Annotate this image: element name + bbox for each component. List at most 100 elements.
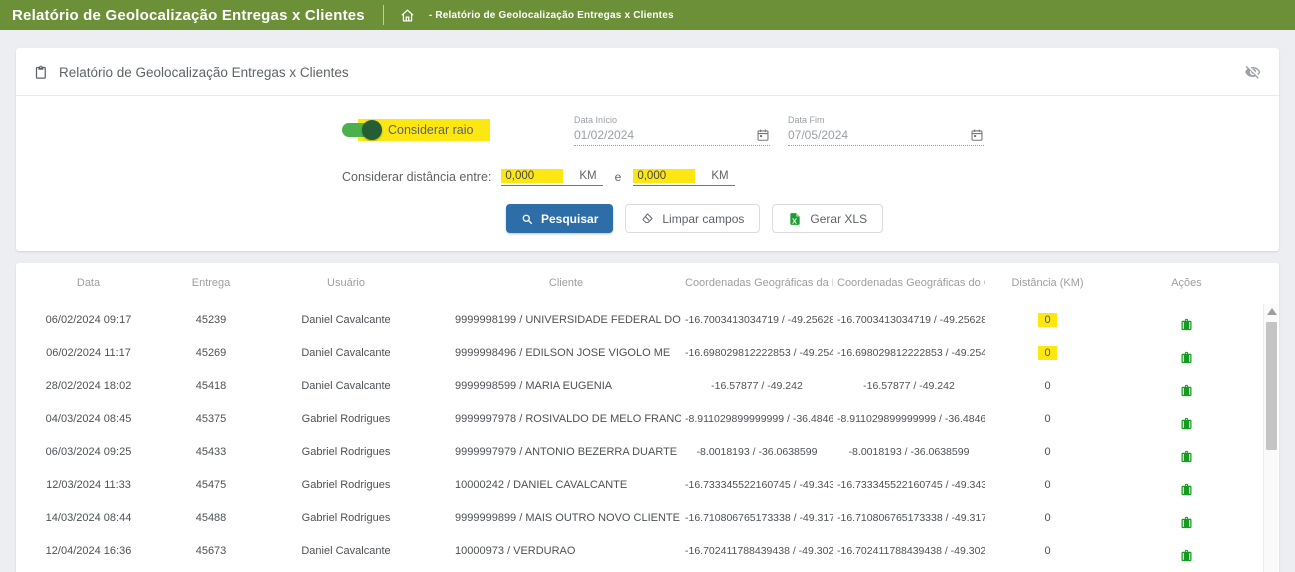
topbar: Relatório de Geolocalização Entregas x C… xyxy=(0,0,1295,30)
search-button[interactable]: Pesquisar xyxy=(506,204,613,233)
scroll-up-arrow-icon[interactable] xyxy=(1267,308,1277,315)
cell-usuario: Gabriel Rodrigues xyxy=(261,567,431,572)
cell-coord-cliente: -20.333899 / -40.378343 xyxy=(833,567,985,572)
generate-xls-button[interactable]: Gerar XLS xyxy=(772,204,883,233)
cell-cliente: 10000973 / VERDURAO xyxy=(431,534,681,567)
cell-distancia: 0 xyxy=(985,303,1110,336)
col-header-distancia: Distância (KM) xyxy=(985,263,1110,303)
eraser-icon xyxy=(641,212,654,225)
date-start-label: Data Início xyxy=(574,115,770,125)
cell-coord-cliente: -16.57877 / -49.242 xyxy=(833,369,985,402)
briefcase-action-button[interactable] xyxy=(1179,317,1194,332)
cell-coord-entrega: -8.911029899999999 / -36.48462 xyxy=(681,402,833,435)
topbar-divider xyxy=(383,5,384,25)
cell-acoes xyxy=(1110,402,1263,435)
cell-cliente: 10000242 / DANIEL CAVALCANTE xyxy=(431,468,681,501)
table-row: 14/03/2024 08:44 45488 Gabriel Rodrigues… xyxy=(16,501,1263,534)
distance-max-input[interactable] xyxy=(633,169,695,183)
calendar-icon[interactable] xyxy=(970,128,984,142)
cell-usuario: Gabriel Rodrigues xyxy=(261,468,431,501)
table-row: 15/04/2024 10:06 45517 Gabriel Rodrigues… xyxy=(16,567,1263,572)
date-end-field[interactable]: Data Fim 07/05/2024 xyxy=(788,115,984,146)
table-row: 06/02/2024 11:17 45269 Daniel Cavalcante… xyxy=(16,336,1263,369)
briefcase-action-button[interactable] xyxy=(1179,515,1194,530)
cell-coord-cliente: -16.702411788439438 / -49.302181 xyxy=(833,534,985,567)
col-header-acoes: Ações xyxy=(1110,263,1263,303)
cell-coord-cliente: -16.733345522160745 / -49.34347 xyxy=(833,468,985,501)
briefcase-icon xyxy=(1179,350,1194,365)
cell-data: 28/02/2024 18:02 xyxy=(16,369,161,402)
cell-distancia: 0 xyxy=(985,501,1110,534)
cell-cliente: 9999999899 / MAIS OUTRO NOVO CLIENTE xyxy=(431,501,681,534)
calendar-icon[interactable] xyxy=(756,128,770,142)
cell-data: 12/04/2024 16:36 xyxy=(16,534,161,567)
results-table: Data Entrega Usuário Cliente Coordenadas… xyxy=(16,263,1263,572)
briefcase-icon xyxy=(1179,383,1194,398)
clear-fields-button[interactable]: Limpar campos xyxy=(625,204,760,233)
date-end-value: 07/05/2024 xyxy=(788,128,970,142)
date-start-field[interactable]: Data Início 01/02/2024 xyxy=(574,115,770,146)
considerar-raio-group: Considerar raio xyxy=(342,118,490,142)
table-scrollbar[interactable] xyxy=(1263,304,1278,572)
col-header-usuario: Usuário xyxy=(261,263,431,303)
cell-acoes xyxy=(1110,336,1263,369)
visibility-off-icon[interactable] xyxy=(1243,62,1263,82)
cell-acoes xyxy=(1110,501,1263,534)
cell-coord-cliente: -8.911029899999999 / -36.484621 xyxy=(833,402,985,435)
breadcrumb: - Relatório de Geolocalização Entregas x… xyxy=(429,10,674,21)
briefcase-action-button[interactable] xyxy=(1179,548,1194,563)
cell-distancia: 0 xyxy=(985,336,1110,369)
scrollbar-thumb[interactable] xyxy=(1266,322,1277,450)
table-row: 12/03/2024 11:33 45475 Gabriel Rodrigues… xyxy=(16,468,1263,501)
cell-data: 14/03/2024 08:44 xyxy=(16,501,161,534)
col-header-cliente: Cliente xyxy=(431,263,681,303)
cell-data: 12/03/2024 11:33 xyxy=(16,468,161,501)
cell-entrega: 45475 xyxy=(161,468,261,501)
filter-card: Relatório de Geolocalização Entregas x C… xyxy=(16,48,1279,251)
briefcase-icon xyxy=(1179,449,1194,464)
cell-coord-entrega: -16.698029812222853 / -49.2549 xyxy=(681,336,833,369)
cell-coord-entrega: -16.710806765173338 / -49.31778 xyxy=(681,501,833,534)
col-header-entrega: Entrega xyxy=(161,263,261,303)
cell-distancia: 0 xyxy=(985,369,1110,402)
home-icon[interactable] xyxy=(400,8,415,23)
table-row: 04/03/2024 08:45 45375 Gabriel Rodrigues… xyxy=(16,402,1263,435)
briefcase-icon xyxy=(1179,548,1194,563)
cell-entrega: 45375 xyxy=(161,402,261,435)
cell-entrega: 45517 xyxy=(161,567,261,572)
distance-min-input[interactable] xyxy=(501,169,563,183)
cell-distancia: 0 xyxy=(985,468,1110,501)
cell-entrega: 45269 xyxy=(161,336,261,369)
cell-distancia: 0 xyxy=(985,402,1110,435)
briefcase-action-button[interactable] xyxy=(1179,383,1194,398)
cell-data: 15/04/2024 10:06 xyxy=(16,567,161,572)
col-header-coord-entrega: Coordenadas Geográficas da Entreg xyxy=(681,263,833,303)
cell-cliente: 9999998496 / EDILSON JOSE VIGOLO ME xyxy=(431,336,681,369)
briefcase-icon xyxy=(1179,515,1194,530)
cell-usuario: Gabriel Rodrigues xyxy=(261,501,431,534)
cell-coord-cliente: -8.0018193 / -36.0638599 xyxy=(833,435,985,468)
cell-entrega: 45418 xyxy=(161,369,261,402)
cell-data: 04/03/2024 08:45 xyxy=(16,402,161,435)
cell-coord-cliente: -16.7003413034719 / -49.2562877 xyxy=(833,303,985,336)
briefcase-action-button[interactable] xyxy=(1179,449,1194,464)
cell-entrega: 45673 xyxy=(161,534,261,567)
cell-coord-entrega: -16.57877 / -49.242 xyxy=(681,369,833,402)
considerar-raio-toggle[interactable] xyxy=(342,122,380,138)
cell-entrega: 45433 xyxy=(161,435,261,468)
filter-row-distance: Considerar distância entre: KM e KM xyxy=(16,166,1279,188)
date-end-label: Data Fim xyxy=(788,115,984,125)
briefcase-action-button[interactable] xyxy=(1179,350,1194,365)
briefcase-action-button[interactable] xyxy=(1179,482,1194,497)
briefcase-icon xyxy=(1179,317,1194,332)
cell-acoes xyxy=(1110,303,1263,336)
distance-min-field: KM xyxy=(501,169,602,186)
table-header-row: Data Entrega Usuário Cliente Coordenadas… xyxy=(16,263,1263,303)
col-header-coord-cliente: Coordenadas Geográficas do Cliente xyxy=(833,263,985,303)
cell-entrega: 45488 xyxy=(161,501,261,534)
cell-coord-entrega: -16.7003413034719 / -49.256287 xyxy=(681,303,833,336)
considerar-raio-label: Considerar raio xyxy=(388,123,473,137)
briefcase-action-button[interactable] xyxy=(1179,416,1194,431)
cell-usuario: Gabriel Rodrigues xyxy=(261,435,431,468)
date-start-value: 01/02/2024 xyxy=(574,128,756,142)
